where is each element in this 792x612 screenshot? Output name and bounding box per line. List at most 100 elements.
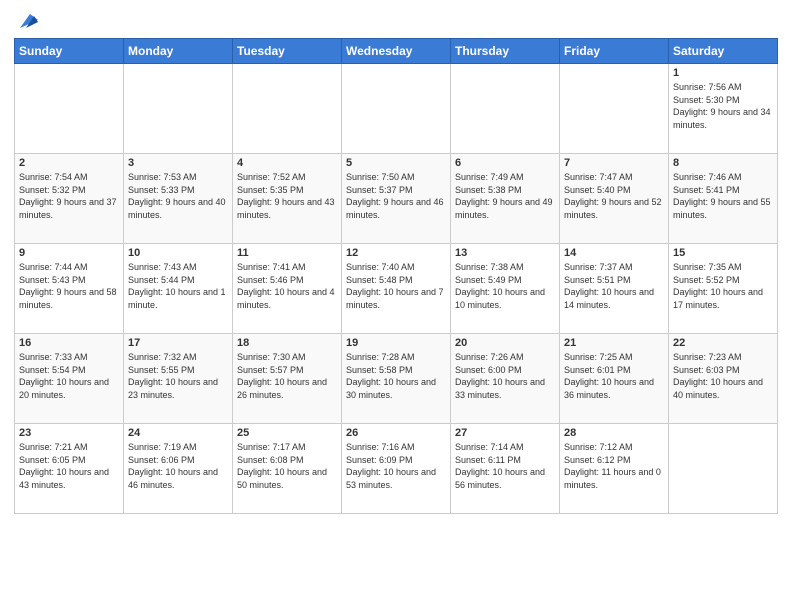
- day-cell: 25 Sunrise: 7:17 AM Sunset: 6:08 PM Dayli…: [233, 424, 342, 514]
- day-info: Sunrise: 7:56 AM Sunset: 5:30 PM Dayligh…: [673, 81, 773, 131]
- day-info: Sunrise: 7:44 AM Sunset: 5:43 PM Dayligh…: [19, 261, 119, 311]
- day-number: 8: [673, 157, 773, 169]
- header-cell-sunday: Sunday: [15, 39, 124, 64]
- day-cell: 27 Sunrise: 7:14 AM Sunset: 6:11 PM Dayli…: [451, 424, 560, 514]
- week-row-3: 9 Sunrise: 7:44 AM Sunset: 5:43 PM Daylig…: [15, 244, 778, 334]
- day-info: Sunrise: 7:53 AM Sunset: 5:33 PM Dayligh…: [128, 171, 228, 221]
- day-info: Sunrise: 7:41 AM Sunset: 5:46 PM Dayligh…: [237, 261, 337, 311]
- day-cell: 19 Sunrise: 7:28 AM Sunset: 5:58 PM Dayli…: [342, 334, 451, 424]
- day-cell: 18 Sunrise: 7:30 AM Sunset: 5:57 PM Dayli…: [233, 334, 342, 424]
- day-info: Sunrise: 7:14 AM Sunset: 6:11 PM Dayligh…: [455, 441, 555, 491]
- week-row-4: 16 Sunrise: 7:33 AM Sunset: 5:54 PM Dayli…: [15, 334, 778, 424]
- day-info: Sunrise: 7:54 AM Sunset: 5:32 PM Dayligh…: [19, 171, 119, 221]
- day-cell: 21 Sunrise: 7:25 AM Sunset: 6:01 PM Dayli…: [560, 334, 669, 424]
- day-cell: 17Sunrise: 7:32 AM Sunset: 5:55 PM Dayli…: [124, 334, 233, 424]
- day-cell: 16 Sunrise: 7:33 AM Sunset: 5:54 PM Dayli…: [15, 334, 124, 424]
- day-info: Sunrise: 7:30 AM Sunset: 5:57 PM Dayligh…: [237, 351, 337, 401]
- day-number: 1: [673, 67, 773, 79]
- day-cell: [233, 64, 342, 154]
- day-number: 25: [237, 427, 337, 439]
- day-info: Sunrise: 7:52 AM Sunset: 5:35 PM Dayligh…: [237, 171, 337, 221]
- day-cell: 20 Sunrise: 7:26 AM Sunset: 6:00 PM Dayli…: [451, 334, 560, 424]
- day-cell: 2 Sunrise: 7:54 AM Sunset: 5:32 PM Daylig…: [15, 154, 124, 244]
- week-row-2: 2 Sunrise: 7:54 AM Sunset: 5:32 PM Daylig…: [15, 154, 778, 244]
- day-number: 6: [455, 157, 555, 169]
- day-cell: 8 Sunrise: 7:46 AM Sunset: 5:41 PM Daylig…: [669, 154, 778, 244]
- day-number: 5: [346, 157, 446, 169]
- week-row-5: 23Sunrise: 7:21 AM Sunset: 6:05 PM Dayli…: [15, 424, 778, 514]
- day-cell: 15 Sunrise: 7:35 AM Sunset: 5:52 PM Dayli…: [669, 244, 778, 334]
- day-info: Sunrise: 7:25 AM Sunset: 6:01 PM Dayligh…: [564, 351, 664, 401]
- day-cell: [342, 64, 451, 154]
- day-info: Sunrise: 7:38 AM Sunset: 5:49 PM Dayligh…: [455, 261, 555, 311]
- day-number: 19: [346, 337, 446, 349]
- day-info: Sunrise: 7:47 AM Sunset: 5:40 PM Dayligh…: [564, 171, 664, 221]
- day-number: 20: [455, 337, 555, 349]
- day-number: 10: [128, 247, 228, 259]
- day-cell: 4 Sunrise: 7:52 AM Sunset: 5:35 PM Daylig…: [233, 154, 342, 244]
- header-cell-monday: Monday: [124, 39, 233, 64]
- day-number: 27: [455, 427, 555, 439]
- day-number: 4: [237, 157, 337, 169]
- day-info: Sunrise: 7:43 AM Sunset: 5:44 PM Dayligh…: [128, 261, 228, 311]
- header-cell-thursday: Thursday: [451, 39, 560, 64]
- day-number: 13: [455, 247, 555, 259]
- day-info: Sunrise: 7:33 AM Sunset: 5:54 PM Dayligh…: [19, 351, 119, 401]
- day-info: Sunrise: 7:32 AM Sunset: 5:55 PM Dayligh…: [128, 351, 228, 401]
- day-cell: 26 Sunrise: 7:16 AM Sunset: 6:09 PM Dayli…: [342, 424, 451, 514]
- day-info: Sunrise: 7:40 AM Sunset: 5:48 PM Dayligh…: [346, 261, 446, 311]
- day-cell: 3 Sunrise: 7:53 AM Sunset: 5:33 PM Daylig…: [124, 154, 233, 244]
- logo-text: [14, 10, 38, 32]
- day-info: Sunrise: 7:26 AM Sunset: 6:00 PM Dayligh…: [455, 351, 555, 401]
- logo-icon: [16, 10, 38, 32]
- day-number: 28: [564, 427, 664, 439]
- day-cell: 5 Sunrise: 7:50 AM Sunset: 5:37 PM Daylig…: [342, 154, 451, 244]
- day-cell: 23Sunrise: 7:21 AM Sunset: 6:05 PM Dayli…: [15, 424, 124, 514]
- header-row: SundayMondayTuesdayWednesdayThursdayFrid…: [15, 39, 778, 64]
- day-cell: [669, 424, 778, 514]
- day-number: 11: [237, 247, 337, 259]
- day-cell: 11 Sunrise: 7:41 AM Sunset: 5:46 PM Dayli…: [233, 244, 342, 334]
- calendar-page: SundayMondayTuesdayWednesdayThursdayFrid…: [0, 0, 792, 524]
- day-number: 22: [673, 337, 773, 349]
- logo-area: [14, 10, 38, 32]
- day-info: Sunrise: 7:17 AM Sunset: 6:08 PM Dayligh…: [237, 441, 337, 491]
- day-cell: 22Sunrise: 7:23 AM Sunset: 6:03 PM Dayli…: [669, 334, 778, 424]
- header-cell-saturday: Saturday: [669, 39, 778, 64]
- day-number: 18: [237, 337, 337, 349]
- day-number: 3: [128, 157, 228, 169]
- day-cell: 14Sunrise: 7:37 AM Sunset: 5:51 PM Dayli…: [560, 244, 669, 334]
- day-cell: 24Sunrise: 7:19 AM Sunset: 6:06 PM Dayli…: [124, 424, 233, 514]
- day-number: 26: [346, 427, 446, 439]
- day-cell: 28 Sunrise: 7:12 AM Sunset: 6:12 PM Dayli…: [560, 424, 669, 514]
- header: [14, 10, 778, 32]
- day-info: Sunrise: 7:16 AM Sunset: 6:09 PM Dayligh…: [346, 441, 446, 491]
- day-number: 16: [19, 337, 119, 349]
- day-number: 15: [673, 247, 773, 259]
- day-number: 24: [128, 427, 228, 439]
- day-number: 2: [19, 157, 119, 169]
- day-info: Sunrise: 7:21 AM Sunset: 6:05 PM Dayligh…: [19, 441, 119, 491]
- day-cell: 9 Sunrise: 7:44 AM Sunset: 5:43 PM Daylig…: [15, 244, 124, 334]
- day-cell: 12Sunrise: 7:40 AM Sunset: 5:48 PM Dayli…: [342, 244, 451, 334]
- day-cell: [15, 64, 124, 154]
- header-cell-friday: Friday: [560, 39, 669, 64]
- calendar-table: SundayMondayTuesdayWednesdayThursdayFrid…: [14, 38, 778, 514]
- day-info: Sunrise: 7:28 AM Sunset: 5:58 PM Dayligh…: [346, 351, 446, 401]
- day-cell: [124, 64, 233, 154]
- day-info: Sunrise: 7:49 AM Sunset: 5:38 PM Dayligh…: [455, 171, 555, 221]
- day-cell: 1 Sunrise: 7:56 AM Sunset: 5:30 PM Daylig…: [669, 64, 778, 154]
- day-number: 14: [564, 247, 664, 259]
- day-info: Sunrise: 7:12 AM Sunset: 6:12 PM Dayligh…: [564, 441, 664, 491]
- day-number: 7: [564, 157, 664, 169]
- day-info: Sunrise: 7:46 AM Sunset: 5:41 PM Dayligh…: [673, 171, 773, 221]
- header-cell-wednesday: Wednesday: [342, 39, 451, 64]
- day-cell: [560, 64, 669, 154]
- day-number: 21: [564, 337, 664, 349]
- day-cell: 6 Sunrise: 7:49 AM Sunset: 5:38 PM Daylig…: [451, 154, 560, 244]
- day-number: 9: [19, 247, 119, 259]
- day-info: Sunrise: 7:50 AM Sunset: 5:37 PM Dayligh…: [346, 171, 446, 221]
- day-info: Sunrise: 7:35 AM Sunset: 5:52 PM Dayligh…: [673, 261, 773, 311]
- day-cell: 7 Sunrise: 7:47 AM Sunset: 5:40 PM Daylig…: [560, 154, 669, 244]
- header-cell-tuesday: Tuesday: [233, 39, 342, 64]
